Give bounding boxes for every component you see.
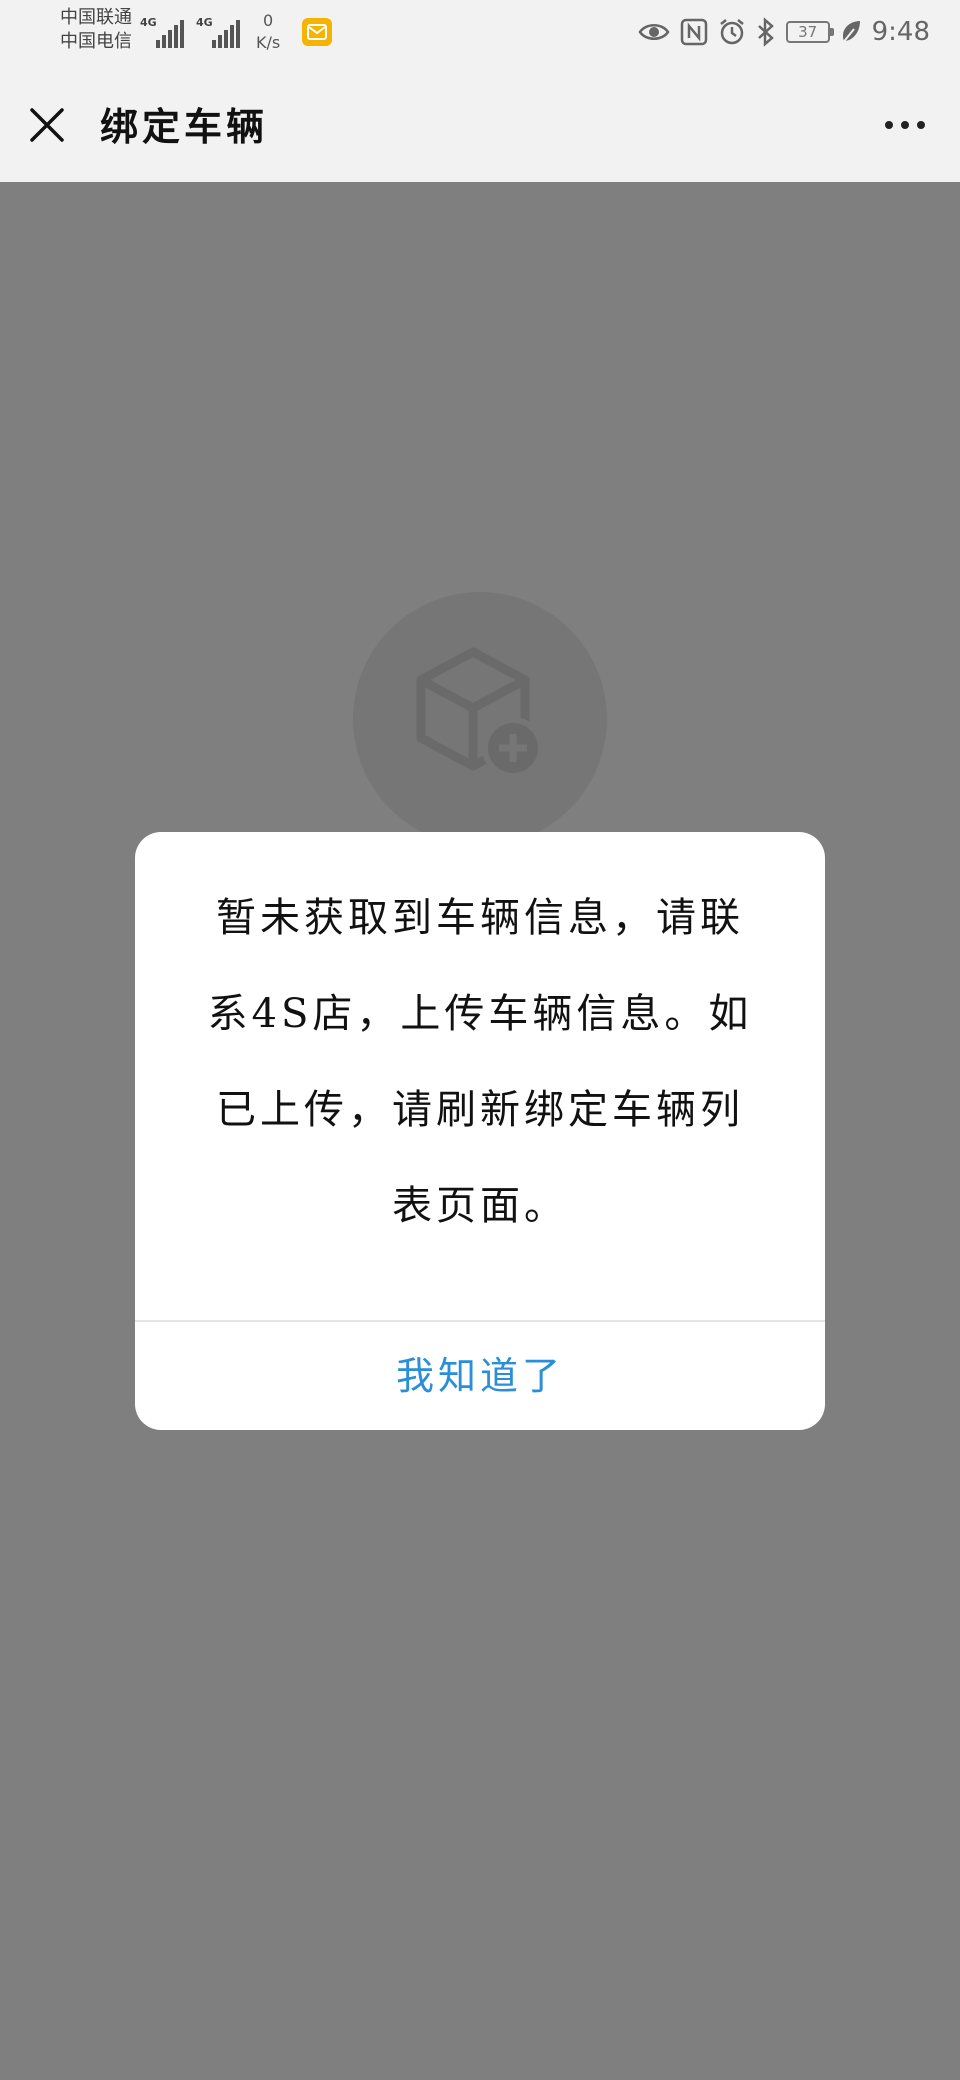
carrier-1: 中国联通 bbox=[60, 7, 132, 28]
network-speed: 0 K/s bbox=[256, 10, 280, 54]
eye-comfort-icon bbox=[638, 24, 670, 40]
leaf-icon bbox=[840, 21, 860, 45]
network-type-2: 4G bbox=[196, 16, 213, 29]
alarm-icon bbox=[719, 19, 744, 45]
dialog-message: 暂未获取到车辆信息，请联系4S店，上传车辆信息。如已上传，请刷新绑定车辆列表页面… bbox=[207, 895, 753, 1229]
speed-unit: K/s bbox=[256, 33, 281, 52]
network-type-1: 4G bbox=[140, 16, 157, 29]
page-title: 绑定车辆 bbox=[100, 105, 269, 149]
clock: 9:48 bbox=[871, 17, 930, 47]
carrier-2: 中国电信 bbox=[60, 31, 132, 52]
more-options-button[interactable] bbox=[880, 108, 930, 142]
nav-bar: 绑定车辆 bbox=[0, 62, 960, 182]
signal-strength-1: 4G bbox=[140, 14, 188, 48]
status-bar: 中国联通 中国电信 4G 4G 0 K/s 37 9:48 bbox=[0, 0, 960, 62]
signal-bars-icon bbox=[212, 20, 240, 48]
close-button[interactable] bbox=[22, 100, 72, 150]
signal-strength-2: 4G bbox=[196, 14, 244, 48]
more-dots-icon bbox=[885, 121, 925, 129]
speed-value: 0 bbox=[263, 11, 274, 30]
status-icons: 37 9:48 bbox=[638, 12, 930, 52]
bluetooth-icon bbox=[757, 17, 774, 47]
battery-indicator: 37 bbox=[785, 21, 834, 43]
mail-notification-icon bbox=[302, 18, 332, 46]
alert-dialog: 暂未获取到车辆信息，请联系4S店，上传车辆信息。如已上传，请刷新绑定车辆列表页面… bbox=[135, 832, 825, 1430]
close-icon bbox=[30, 108, 64, 142]
carrier-labels: 中国联通 中国电信 bbox=[60, 6, 132, 54]
acknowledge-button[interactable]: 我知道了 bbox=[135, 1322, 825, 1430]
nfc-icon bbox=[680, 18, 707, 46]
signal-bars-icon bbox=[156, 20, 184, 48]
battery-level: 37 bbox=[798, 23, 818, 41]
